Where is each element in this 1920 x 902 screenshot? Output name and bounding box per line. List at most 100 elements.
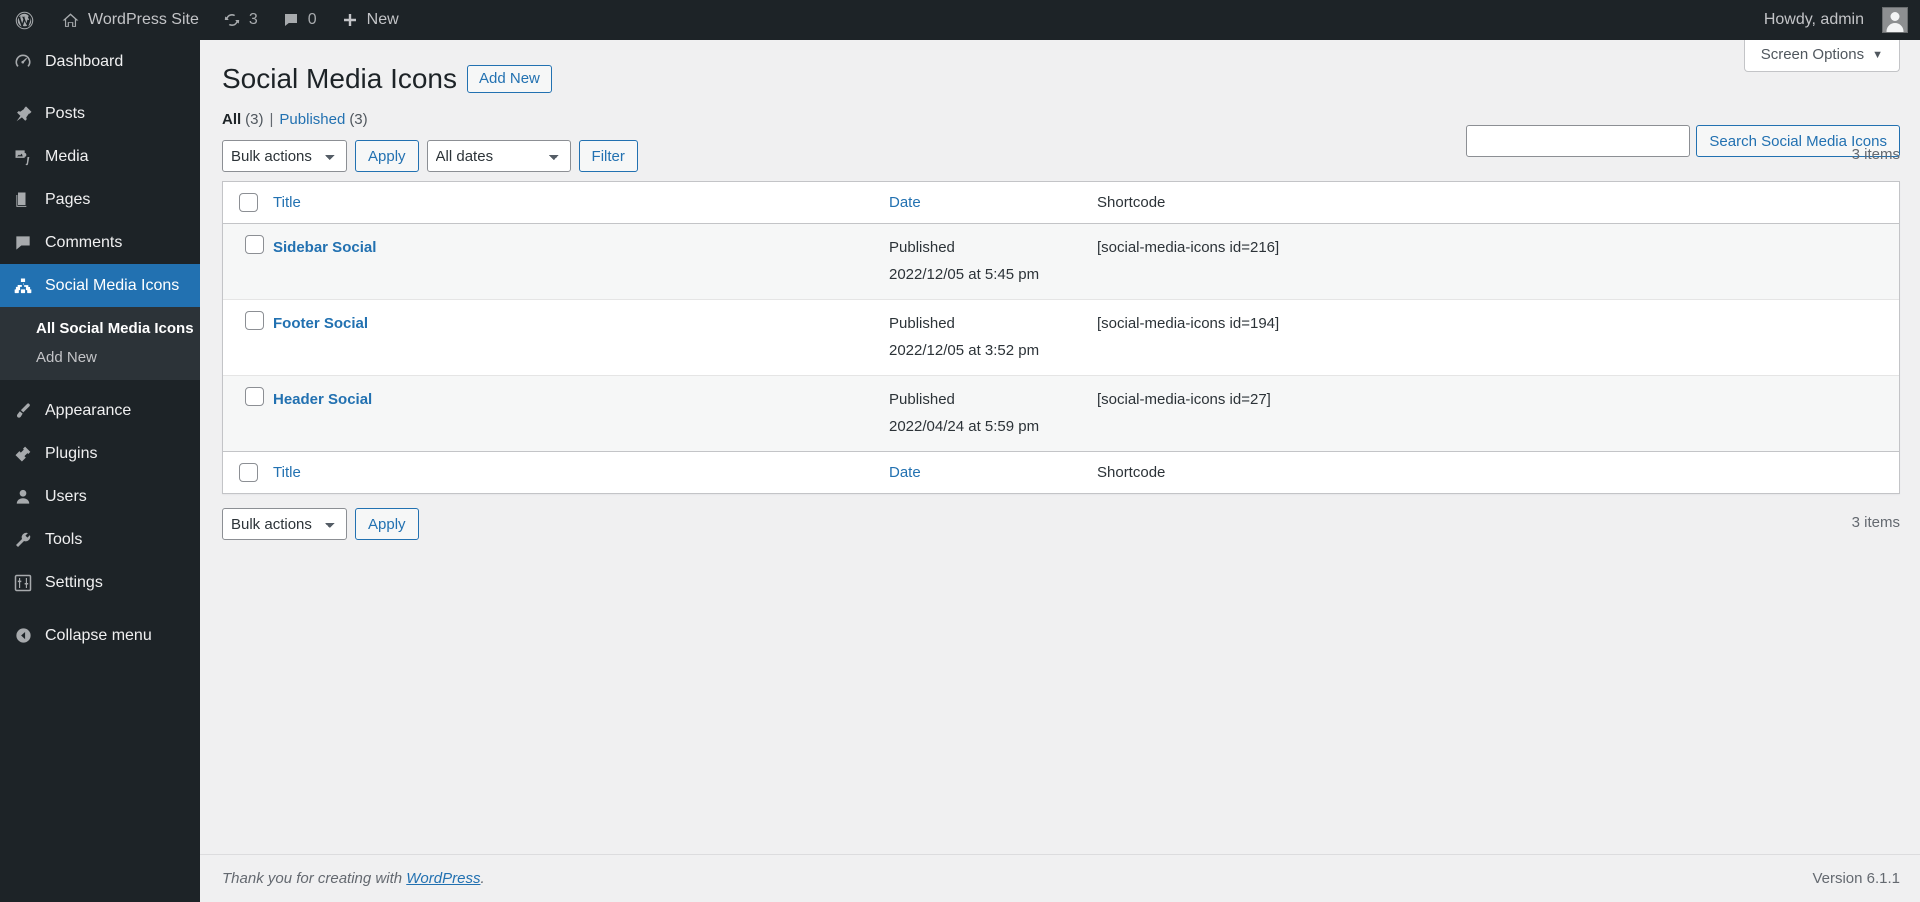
column-footer-shortcode: Shortcode (1097, 451, 1899, 494)
row-title-cell: Header Social (269, 375, 889, 451)
view-published-count: (3) (349, 111, 368, 129)
sidebar-item-media[interactable]: Media (0, 135, 200, 178)
date-filter-select[interactable]: All dates (426, 140, 571, 173)
pages-icon (13, 190, 33, 210)
bulk-actions-select-bottom[interactable]: Bulk actions (222, 508, 347, 541)
row-date-status: Published (889, 239, 955, 257)
collapse-arrow-icon (13, 626, 33, 646)
sidebar-item-appearance[interactable]: Appearance (0, 389, 200, 432)
updates-menu[interactable]: 3 (211, 0, 270, 40)
row-date-value: 2022/12/05 at 3:52 pm (889, 341, 1040, 359)
row-checkbox[interactable] (244, 311, 264, 331)
sidebar-item-plugins[interactable]: Plugins (0, 432, 200, 475)
comments-menu[interactable]: 0 (270, 0, 329, 40)
select-all-checkbox-bottom[interactable] (239, 463, 258, 483)
collapse-menu-button[interactable]: Collapse menu (0, 614, 200, 657)
apply-button-top[interactable]: Apply (355, 140, 419, 173)
sidebar-item-pages[interactable]: Pages (0, 178, 200, 221)
row-checkbox[interactable] (244, 387, 264, 407)
sidebar-item-tools[interactable]: Tools (0, 518, 200, 561)
row-title-link[interactable]: Header Social (273, 391, 372, 408)
sidebar-item-posts[interactable]: Posts (0, 92, 200, 135)
media-icon (13, 147, 33, 167)
row-checkbox[interactable] (244, 235, 264, 255)
sidebar-item-label: Tools (45, 530, 83, 548)
submenu-item-add-new[interactable]: Add New (0, 343, 200, 372)
admin-sidebar-menu: Dashboard Posts Media Pages Comments Soc… (0, 40, 208, 902)
column-footer-shortcode-label: Shortcode (1097, 464, 1166, 482)
sidebar-item-dashboard[interactable]: Dashboard (0, 40, 200, 83)
row-select-cell (223, 299, 269, 375)
sidebar-item-users[interactable]: Users (0, 475, 200, 518)
sidebar-item-settings[interactable]: Settings (0, 561, 200, 604)
submenu-item-all-social-media-icons[interactable]: All Social Media Icons (0, 314, 200, 343)
sort-by-title-bottom[interactable]: Title (273, 464, 301, 481)
dashboard-icon (13, 52, 33, 72)
row-title-cell: Sidebar Social (269, 224, 889, 299)
posts-list-table: Title Date Shortcode Sidebar Social Publ… (222, 181, 1900, 495)
my-account-menu[interactable]: Howdy, admin (1752, 0, 1920, 40)
table-footer-row: Title Date Shortcode (223, 451, 1899, 494)
tablenav-bottom: Bulk actions Apply 3 items (222, 508, 1900, 541)
avatar (1882, 7, 1908, 33)
site-name-label: WordPress Site (88, 11, 199, 28)
sitemap-icon (13, 276, 33, 296)
comment-bubble-icon (282, 11, 300, 29)
table-foot: Title Date Shortcode (223, 451, 1899, 494)
row-title-link[interactable]: Footer Social (273, 315, 368, 332)
footer-thanks: Thank you for creating with WordPress. (222, 870, 485, 887)
sidebar-item-label: Dashboard (45, 52, 124, 70)
sort-by-date-bottom[interactable]: Date (889, 464, 921, 481)
menu-separator (0, 83, 200, 92)
filter-button[interactable]: Filter (578, 140, 638, 173)
pin-icon (13, 104, 33, 124)
bulk-actions-select-top[interactable]: Bulk actions (222, 140, 347, 173)
sidebar-item-label: Plugins (45, 444, 98, 462)
sidebar-item-label: Comments (45, 233, 123, 251)
select-all-checkbox-top[interactable] (239, 193, 258, 213)
sidebar-item-label: Settings (45, 573, 103, 591)
page-title: Social Media Icons (222, 63, 458, 94)
site-name-menu[interactable]: WordPress Site (49, 0, 211, 40)
column-footer-title: Title (269, 451, 889, 494)
new-content-menu[interactable]: New (329, 0, 411, 40)
home-icon (61, 11, 80, 30)
sidebar-submenu-social-media-icons: All Social Media Icons Add New (0, 307, 200, 380)
table-body: Sidebar Social Published 2022/12/05 at 5… (223, 224, 1899, 452)
row-title-link[interactable]: Sidebar Social (273, 239, 376, 256)
view-published-link[interactable]: Published (279, 111, 345, 128)
apply-button-bottom[interactable]: Apply (355, 508, 419, 541)
user-icon (13, 487, 33, 507)
menu-separator (0, 380, 200, 389)
column-header-shortcode-label: Shortcode (1097, 194, 1166, 212)
sidebar-item-social-media-icons[interactable]: Social Media Icons (0, 264, 208, 307)
admin-footer: Thank you for creating with WordPress. V… (200, 854, 1920, 902)
row-date-status: Published (889, 315, 955, 333)
view-all-link[interactable]: All (222, 111, 241, 128)
wordpress-logo-button[interactable] (0, 0, 49, 40)
sort-by-title-top[interactable]: Title (273, 194, 301, 211)
sidebar-item-comments[interactable]: Comments (0, 221, 200, 264)
displaying-num-top: 3 items (1851, 146, 1900, 164)
wrench-icon (13, 530, 33, 550)
row-shortcode-cell: [social-media-icons id=216] (1097, 239, 1280, 257)
add-new-button[interactable]: Add New (467, 65, 552, 94)
row-date-cell: Published 2022/04/24 at 5:59 pm (889, 375, 1097, 451)
table-head: Title Date Shortcode (223, 182, 1899, 225)
wordpress-link[interactable]: WordPress (406, 870, 480, 887)
new-label: New (366, 11, 399, 28)
row-date-value: 2022/04/24 at 5:59 pm (889, 417, 1040, 435)
table-row: Footer Social Published 2022/12/05 at 3:… (223, 299, 1899, 376)
sidebar-item-label: Social Media Icons (45, 276, 180, 294)
footer-version: Version 6.1.1 (1812, 870, 1900, 887)
sort-by-date-top[interactable]: Date (889, 194, 921, 211)
row-date-cell: Published 2022/12/05 at 5:45 pm (889, 224, 1097, 299)
updates-icon (223, 11, 241, 29)
row-date-status: Published (889, 391, 955, 409)
view-all-count: (3) (245, 111, 264, 129)
column-footer-date: Date (889, 451, 1097, 494)
sidebar-item-label: Appearance (45, 401, 132, 419)
views-separator: | (269, 111, 274, 129)
sidebar-item-label: Pages (45, 190, 91, 208)
table-header-row: Title Date Shortcode (223, 182, 1899, 225)
